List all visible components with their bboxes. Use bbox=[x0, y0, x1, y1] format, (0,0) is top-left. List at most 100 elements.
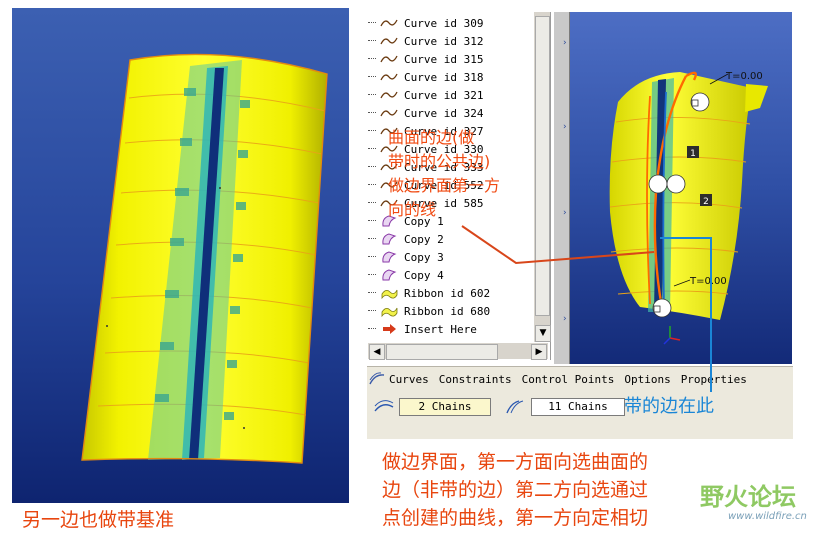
tree-horizontal-scrollbar[interactable]: ◀ ▶ bbox=[368, 343, 548, 360]
ribbon-icon bbox=[380, 286, 398, 300]
tree-guide-line bbox=[368, 310, 376, 311]
curve-icon bbox=[380, 106, 398, 120]
tree-item-label: Curve id 309 bbox=[404, 16, 484, 30]
left-surface-render bbox=[81, 53, 328, 464]
tree-item-label: Ribbon id 680 bbox=[404, 304, 491, 318]
tree-guide-line bbox=[368, 220, 376, 221]
second-direction-chains-field[interactable]: 11 Chains bbox=[531, 398, 625, 416]
left-3d-viewport[interactable] bbox=[12, 8, 349, 503]
tree-hscroll-right-arrow[interactable]: ▶ bbox=[531, 344, 547, 360]
splitter-arrow-icon: › bbox=[563, 314, 567, 324]
tree-item-label: Copy 2 bbox=[404, 232, 444, 246]
left-caption-annotation: 另一边也做带基准 bbox=[22, 509, 175, 531]
tree-guide-line bbox=[368, 148, 376, 149]
tree-guide-line bbox=[368, 130, 376, 131]
explanation-line: 边（非带的边）第二方向选通过 bbox=[382, 479, 649, 501]
right-surface-render: 1 2 T=0.00 T=0.00 bbox=[609, 71, 768, 345]
first-direction-chains-field[interactable]: 2 Chains bbox=[399, 398, 491, 416]
surface-edge-annotation: 曲面的边(做 带时的公共边) 做边界面第一方 向的线 bbox=[388, 126, 500, 222]
first-direction-icon bbox=[374, 400, 394, 412]
tree-guide-line bbox=[368, 58, 376, 59]
curve-icon bbox=[380, 34, 398, 48]
splitter-arrow-icon: › bbox=[563, 208, 567, 218]
ribbon-icon bbox=[380, 304, 398, 318]
tree-guide-line bbox=[368, 112, 376, 113]
tree-item-label: Ribbon id 602 bbox=[404, 286, 491, 300]
t-label-bottom: T=0.00 bbox=[689, 276, 727, 287]
tree-hscroll-left-arrow[interactable]: ◀ bbox=[369, 344, 385, 360]
tree-vertical-scrollbar[interactable]: ▼ bbox=[533, 12, 551, 342]
tree-item[interactable]: Curve id 309 bbox=[368, 14, 548, 32]
tree-guide-line bbox=[368, 166, 376, 167]
tab-properties[interactable]: Properties bbox=[681, 373, 747, 386]
tree-guide-line bbox=[368, 40, 376, 41]
splitter-arrow-icon: › bbox=[563, 38, 567, 48]
tree-vscroll-down-arrow[interactable]: ▼ bbox=[535, 325, 551, 342]
surface-note-line: 带时的公共边) bbox=[388, 152, 491, 171]
right-3d-viewport[interactable]: 1 2 T=0.00 T=0.00 bbox=[570, 12, 792, 364]
tree-item[interactable]: Copy 3 bbox=[368, 248, 548, 266]
tree-guide-line bbox=[368, 328, 376, 329]
watermark-url: www.wildfire.cn bbox=[728, 511, 807, 522]
tab-constraints[interactable]: Constraints bbox=[439, 373, 512, 386]
copy-icon bbox=[380, 268, 398, 282]
tree-item[interactable]: Ribbon id 680 bbox=[368, 302, 548, 320]
tree-guide-line bbox=[368, 22, 376, 23]
chains-row: 2 Chains 11 Chains bbox=[367, 397, 793, 417]
watermark-logo-text: 野火论坛 bbox=[700, 483, 796, 511]
tree-item[interactable]: Curve id 315 bbox=[368, 50, 548, 68]
tree-hscroll-thumb[interactable] bbox=[386, 344, 498, 360]
curve-icon bbox=[380, 52, 398, 66]
tree-item[interactable]: Curve id 321 bbox=[368, 86, 548, 104]
tree-guide-line bbox=[368, 256, 376, 257]
tree-guide-line bbox=[368, 274, 376, 275]
tree-guide-line bbox=[368, 238, 376, 239]
curve-icon bbox=[380, 16, 398, 30]
tab-control-points[interactable]: Control Points bbox=[522, 373, 615, 386]
tree-guide-line bbox=[368, 76, 376, 77]
dashboard-tab-bar: Curves Constraints Control Points Option… bbox=[367, 367, 793, 391]
explanation-line: 做边界面，第一方面向选曲面的 bbox=[382, 451, 649, 473]
tree-item-label: Curve id 324 bbox=[404, 106, 484, 120]
panel-splitter[interactable]: › › › › bbox=[553, 12, 570, 364]
tab-options[interactable]: Options bbox=[624, 373, 670, 386]
surface-note-line: 向的线 bbox=[388, 200, 437, 219]
copy-icon bbox=[380, 250, 398, 264]
splitter-arrow-icon: › bbox=[563, 122, 567, 132]
tree-guide-line bbox=[368, 202, 376, 203]
curve-icon bbox=[380, 88, 398, 102]
surface-note-line: 曲面的边(做 bbox=[388, 128, 475, 147]
tree-item-label: Curve id 318 bbox=[404, 70, 484, 84]
tree-item-label: Curve id 315 bbox=[404, 52, 484, 66]
tab-curves[interactable]: Curves bbox=[389, 373, 429, 386]
boundary-blend-explanation: 做边界面，第一方面向选曲面的 边（非带的边）第二方向选通过 点创建的曲线，第一方向定… bbox=[382, 448, 648, 532]
surface-note-line: 做边界面第一方 bbox=[388, 176, 501, 195]
tree-guide-line bbox=[368, 292, 376, 293]
tree-item[interactable]: Ribbon id 602 bbox=[368, 284, 548, 302]
tree-item-label: Copy 3 bbox=[404, 250, 444, 264]
chain-marker-2: 2 bbox=[703, 197, 709, 207]
chain-marker-1: 1 bbox=[690, 149, 696, 159]
right-yellow-surface bbox=[609, 72, 752, 320]
boundary-blend-icon bbox=[369, 372, 385, 385]
tree-item-label: Curve id 321 bbox=[404, 88, 484, 102]
boundary-blend-dashboard: Curves Constraints Control Points Option… bbox=[367, 366, 793, 439]
ribbon-edge-annotation: 带的边在此 bbox=[624, 396, 714, 417]
explanation-line: 点创建的曲线，第一方向定相切 bbox=[382, 507, 649, 529]
copy-icon bbox=[380, 232, 398, 246]
tree-item[interactable]: Copy 4 bbox=[368, 266, 548, 284]
coordinate-triad-icon bbox=[663, 326, 681, 345]
tree-vscroll-thumb[interactable] bbox=[535, 16, 550, 316]
tree-item[interactable]: Curve id 324 bbox=[368, 104, 548, 122]
tree-item-label: Insert Here bbox=[404, 322, 477, 336]
curve-icon bbox=[380, 70, 398, 84]
tree-item[interactable]: Curve id 318 bbox=[368, 68, 548, 86]
tree-item-label: Curve id 312 bbox=[404, 34, 484, 48]
tree-item[interactable]: Copy 2 bbox=[368, 230, 548, 248]
tree-item[interactable]: Insert Here bbox=[368, 320, 548, 338]
insert-arrow-icon bbox=[380, 322, 398, 336]
tree-guide-line bbox=[368, 184, 376, 185]
second-direction-icon bbox=[506, 400, 524, 414]
tree-item-label: Copy 4 bbox=[404, 268, 444, 282]
tree-item[interactable]: Curve id 312 bbox=[368, 32, 548, 50]
